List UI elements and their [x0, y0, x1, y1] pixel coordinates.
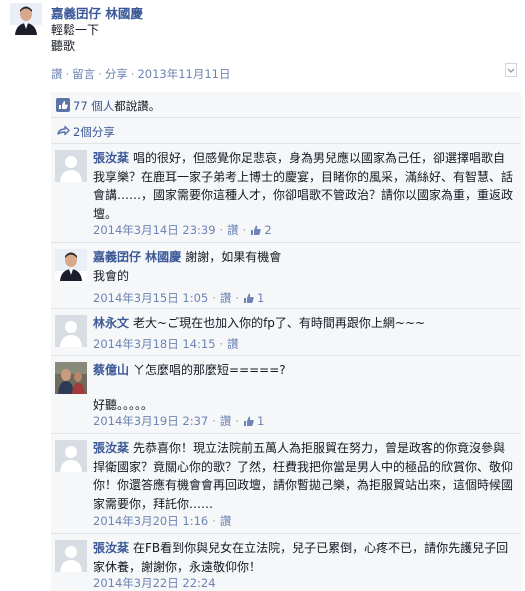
comment: 張汝棻 唱的很好，但感覺你足悲哀，身為男兒應以國家為己任，卻選擇唱歌自我享樂？在鹿…	[51, 144, 521, 243]
comment-author[interactable]: 嘉義囝仔 林國慶	[93, 250, 181, 264]
shares-link[interactable]: 2個分享	[73, 124, 115, 140]
post-author-avatar[interactable]	[10, 3, 42, 35]
separator: ·	[65, 67, 70, 81]
comment-text: 老大~ご現在也加入你的fp了、有時間再跟你上網~~~	[133, 316, 426, 330]
separator: ·	[242, 223, 247, 237]
feedback-box: 77 個人都說讚。 2個分享 張汝棻 唱的很好，但感覺你足悲哀，身為男兒應以國家為…	[51, 92, 521, 591]
comment-date[interactable]: 2014年3月18日 14:15	[93, 337, 216, 351]
shares-summary: 2個分享	[51, 118, 521, 144]
share-icon	[57, 125, 70, 136]
comment-text: 在FB看到你與兒女在立法院，兒子已累倒，心疼不已，請你先護兒子回家休養，謝謝你，…	[93, 541, 509, 574]
comment-body: 林永文 老大~ご現在也加入你的fp了、有時間再跟你上網~~~	[93, 314, 513, 333]
comment: 嘉義囝仔 林國慶 謝謝，如果有機會 我會的 2014年3月15日 1:05 · 讚 · 1	[51, 243, 521, 309]
separator: ·	[212, 414, 216, 428]
likes-count-link[interactable]: 77 個人	[73, 99, 114, 113]
post-text-line: 聽歌	[51, 39, 76, 53]
comment-date[interactable]: 2014年3月14日 23:39	[93, 223, 216, 237]
comment-text: 唱的很好，但感覺你足悲哀，身為男兒應以國家為己任，卻選擇唱歌自我享樂？在鹿耳一家…	[93, 151, 514, 221]
blank-avatar[interactable]	[55, 150, 87, 182]
post-author-name[interactable]: 嘉義囝仔 林國慶	[51, 3, 143, 22]
comment-body: 蔡億山 ㄚ怎麼唱的那麼短=====? 好聽。。。。。	[93, 361, 513, 414]
post: 嘉義囝仔 林國慶 輕鬆一下 聽歌 讚 · 留言 · 分享 · 2013年11月11日	[0, 0, 525, 92]
blank-avatar[interactable]	[55, 440, 87, 472]
comment-body: 張汝棻 在FB看到你與兒女在立法院，兒子已累倒，心疼不已，請你先護兒子回家休養，謝…	[93, 539, 513, 576]
post-actions: 讚 · 留言 · 分享 · 2013年11月11日	[51, 66, 231, 82]
separator: ·	[212, 514, 216, 528]
chevron-down-icon	[505, 63, 517, 77]
comment-author[interactable]: 蔡億山	[93, 363, 129, 377]
thumbs-up-icon	[251, 225, 262, 235]
comment: 蔡億山 ㄚ怎麼唱的那麼短=====? 好聽。。。。。 2014年3月19日 2:37…	[51, 356, 521, 434]
separator: ·	[235, 414, 240, 428]
post-date-link[interactable]: 2013年11月11日	[137, 67, 230, 81]
comment-date[interactable]: 2014年3月22日 22:24	[93, 576, 216, 590]
comment-date[interactable]: 2014年3月15日 1:05	[93, 291, 208, 305]
comment-text: 好聽。。。。。	[93, 397, 154, 412]
comment-text: 謝謝，如果有機會	[185, 250, 282, 264]
comment-like-link[interactable]: 讚	[227, 337, 239, 351]
thumbs-up-icon	[56, 98, 70, 112]
separator: ·	[130, 67, 135, 81]
blank-avatar[interactable]	[55, 540, 87, 572]
thumbs-up-icon	[244, 416, 254, 426]
default-user-icon	[55, 315, 87, 347]
blank-avatar[interactable]	[55, 315, 87, 347]
comment-author[interactable]: 張汝棻	[93, 441, 129, 455]
photo-avatar[interactable]	[55, 362, 87, 394]
comment-text: 我會的	[93, 268, 130, 283]
comment-meta: 2014年3月15日 1:05 · 讚 · 1	[93, 290, 264, 306]
separator: ·	[235, 291, 240, 305]
comment-author[interactable]: 林永文	[93, 316, 129, 330]
comment-meta: 2014年3月19日 2:37 · 讚 · 1	[93, 413, 264, 429]
default-user-icon	[55, 150, 87, 182]
comment-meta: 2014年3月18日 14:15 · 讚	[93, 336, 239, 352]
default-user-icon	[55, 540, 87, 572]
comment: 張汝棻 先恭喜你！現立法院前五萬人為拒服貿在努力，曾是政客的你竟沒參與捍衛國家？竟…	[51, 434, 521, 534]
comment-like-link[interactable]: 讚	[227, 223, 239, 237]
comment-like-link[interactable]: 讚	[220, 291, 232, 305]
person-avatar-icon	[10, 3, 42, 35]
default-user-icon	[55, 440, 87, 472]
comment-text: 先恭喜你！現立法院前五萬人為拒服貿在努力，曾是政客的你竟沒參與捍衛國家？竟關心你…	[93, 441, 514, 511]
thumbs-up-icon	[244, 293, 254, 303]
likes-suffix: 都說讚。	[114, 99, 161, 113]
comment-body: 張汝棻 唱的很好，但感覺你足悲哀，身為男兒應以國家為己任，卻選擇唱歌自我享樂？在鹿…	[93, 149, 513, 223]
comment-text: ㄚ怎麼唱的那麼短=====?	[133, 363, 286, 377]
comment-body: 嘉義囝仔 林國慶 謝謝，如果有機會我會的	[93, 248, 513, 285]
post-text-line: 輕鬆一下	[51, 23, 100, 37]
likes-text: 77 個人都說讚。	[73, 98, 160, 114]
comment-body: 張汝棻 先恭喜你！現立法院前五萬人為拒服貿在努力，曾是政客的你竟沒參與捍衛國家？竟…	[93, 439, 513, 513]
comment-like-link[interactable]: 讚	[220, 514, 232, 528]
like-link[interactable]: 讚	[51, 67, 63, 81]
photo-avatar-icon	[55, 362, 87, 394]
person-avatar-icon	[55, 249, 87, 281]
comment-date[interactable]: 2014年3月19日 2:37	[93, 414, 208, 428]
comment: 張汝棻 在FB看到你與兒女在立法院，兒子已累倒，心疼不已，請你先護兒子回家休養，謝…	[51, 534, 521, 591]
comment-meta: 2014年3月22日 22:24	[93, 575, 216, 591]
comment-like-count[interactable]: 1	[243, 414, 264, 428]
comment-like-count[interactable]: 2	[250, 223, 272, 237]
comment-link[interactable]: 留言	[72, 67, 95, 81]
comment-like-count[interactable]: 1	[243, 291, 264, 305]
comment-like-link[interactable]: 讚	[220, 414, 232, 428]
share-link[interactable]: 分享	[105, 67, 128, 81]
separator: ·	[212, 291, 216, 305]
post-options[interactable]	[505, 62, 517, 81]
comment: 林永文 老大~ご現在也加入你的fp了、有時間再跟你上網~~~ 2014年3月18日…	[51, 309, 521, 356]
comment-meta: 2014年3月20日 1:16 · 讚	[93, 513, 231, 529]
comment-author[interactable]: 張汝棻	[93, 151, 129, 165]
likes-summary: 77 個人都說讚。	[51, 92, 521, 118]
person-avatar[interactable]	[55, 249, 87, 281]
separator: ·	[219, 337, 224, 351]
separator: ·	[219, 223, 224, 237]
separator: ·	[98, 67, 102, 81]
comment-date[interactable]: 2014年3月20日 1:16	[93, 514, 208, 528]
comment-meta: 2014年3月14日 23:39 · 讚 · 2	[93, 222, 272, 238]
comment-author[interactable]: 張汝棻	[93, 541, 129, 555]
